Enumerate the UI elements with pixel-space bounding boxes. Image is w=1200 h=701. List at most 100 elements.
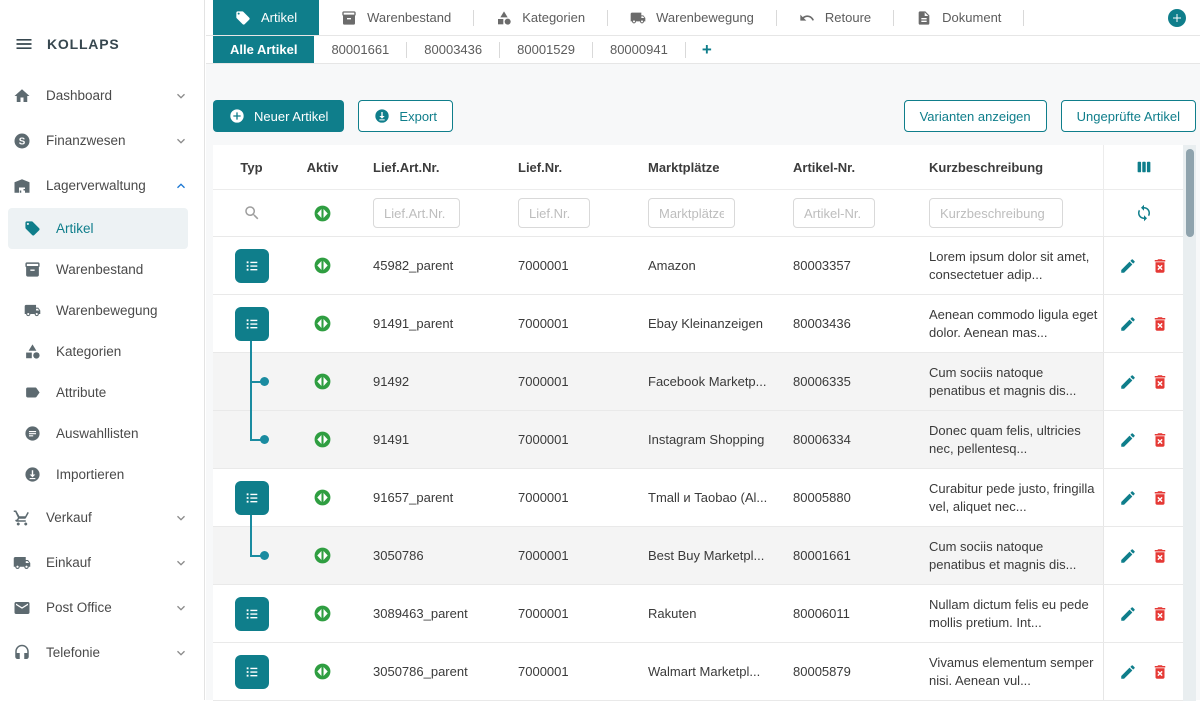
column-header-marktplaetze[interactable]: Marktplätze: [630, 145, 775, 189]
edit-icon[interactable]: [1119, 547, 1137, 565]
column-header-lief-art-nr[interactable]: Lief.Art.Nr.: [355, 145, 500, 189]
tab-dokument[interactable]: Dokument: [894, 0, 1023, 35]
sidebar-item-einkauf[interactable]: Einkauf: [0, 540, 204, 585]
sidebar-item-kategorien[interactable]: Kategorien: [8, 331, 188, 372]
edit-icon[interactable]: [1119, 605, 1137, 623]
shapes-icon: [24, 343, 41, 360]
tab-artikel[interactable]: Artikel: [213, 0, 319, 35]
tab-retoure[interactable]: Retoure: [777, 0, 893, 35]
table-row: 91491 7000001 Instagram Shopping 8000633…: [213, 411, 1183, 469]
chevron-down-icon: [174, 89, 188, 103]
toolbar: Neuer Artikel Export Varianten anzeigen …: [213, 100, 1196, 132]
scrollbar-thumb[interactable]: [1186, 149, 1194, 237]
filter-kurzbeschreibung-input[interactable]: [929, 198, 1063, 228]
type-cell: [213, 643, 290, 700]
delete-forever-icon[interactable]: [1151, 547, 1169, 565]
filter-artikel-nr-input[interactable]: [793, 198, 875, 228]
filter-lief-nr-input[interactable]: [518, 198, 590, 228]
sidebar-item-lagerverwaltung[interactable]: Lagerverwaltung: [0, 163, 204, 208]
active-cell: [290, 411, 355, 468]
delete-forever-icon[interactable]: [1151, 373, 1169, 391]
subtab-alle-artikel[interactable]: Alle Artikel: [213, 36, 314, 63]
new-article-button[interactable]: Neuer Artikel: [213, 100, 344, 132]
svg-text:S: S: [19, 136, 26, 147]
sidebar-item-verkauf[interactable]: Verkauf: [0, 495, 204, 540]
edit-icon[interactable]: [1119, 489, 1137, 507]
export-button[interactable]: Export: [358, 100, 453, 132]
tab-warenbewegung[interactable]: Warenbewegung: [608, 0, 776, 35]
column-header-kurzbeschreibung[interactable]: Kurzbeschreibung: [915, 145, 1103, 189]
table-row: 3050786_parent 7000001 Walmart Marketpl.…: [213, 643, 1183, 701]
article-list-icon[interactable]: [235, 597, 269, 631]
attribute-icon: [24, 384, 41, 401]
return-icon: [799, 10, 815, 26]
lief-nr-cell: 7000001: [500, 295, 630, 352]
active-status-icon: [313, 256, 332, 275]
truck-icon: [24, 302, 41, 319]
edit-icon[interactable]: [1119, 373, 1137, 391]
sidebar-item-finanzwesen[interactable]: S Finanzwesen: [0, 118, 204, 163]
column-header-artikel-nr[interactable]: Artikel-Nr.: [775, 145, 915, 189]
sidebar-item-attribute[interactable]: Attribute: [8, 372, 188, 413]
delete-forever-icon[interactable]: [1151, 605, 1169, 623]
edit-icon[interactable]: [1119, 257, 1137, 275]
edit-icon[interactable]: [1119, 431, 1137, 449]
delete-forever-icon[interactable]: [1151, 431, 1169, 449]
edit-icon[interactable]: [1119, 315, 1137, 333]
shapes-icon: [496, 10, 512, 26]
article-list-icon[interactable]: [235, 307, 269, 341]
search-icon[interactable]: [243, 204, 261, 222]
column-header-typ[interactable]: Typ: [213, 145, 290, 189]
home-icon: [13, 87, 31, 105]
delete-forever-icon[interactable]: [1151, 663, 1169, 681]
tab-warenbestand[interactable]: Warenbestand: [319, 0, 473, 35]
kurzbeschreibung-cell: Cum sociis natoque penatibus et magnis d…: [915, 527, 1103, 584]
sidebar-item-telefonie[interactable]: Telefonie: [0, 630, 204, 675]
subtab-80003436[interactable]: 80003436: [407, 36, 499, 63]
subtab-80001661[interactable]: 80001661: [314, 36, 406, 63]
tab-kategorien[interactable]: Kategorien: [474, 0, 607, 35]
kurzbeschreibung-cell: Nullam dictum felis eu pede mollis preti…: [915, 585, 1103, 642]
active-cell: [290, 643, 355, 700]
article-list-icon[interactable]: [235, 249, 269, 283]
subtab-80001529[interactable]: 80001529: [500, 36, 592, 63]
article-subtabbar: Alle Artikel 80001661 80003436 80001529 …: [206, 36, 1200, 64]
add-subtab-button[interactable]: +: [686, 36, 728, 63]
filter-marktplaetze-input[interactable]: [648, 198, 735, 228]
filter-lief-art-nr-input[interactable]: [373, 198, 460, 228]
warehouse-icon: [13, 177, 31, 195]
active-status-icon: [313, 662, 332, 681]
lief-art-nr-cell: 45982_parent: [355, 237, 500, 294]
sidebar-item-dashboard[interactable]: Dashboard: [0, 73, 204, 118]
sidebar-item-importieren[interactable]: Importieren: [8, 454, 188, 495]
table-header-row: Typ Aktiv Lief.Art.Nr. Lief.Nr. Marktplä…: [213, 145, 1183, 190]
table-row: 91491_parent 7000001 Ebay Kleinanzeigen …: [213, 295, 1183, 353]
unchecked-articles-button[interactable]: Ungeprüfte Artikel: [1061, 100, 1196, 132]
sidebar-item-artikel[interactable]: Artikel: [8, 208, 188, 249]
article-list-icon[interactable]: [235, 655, 269, 689]
refresh-icon[interactable]: [1135, 204, 1153, 222]
active-status-icon[interactable]: [313, 204, 332, 223]
column-header-lief-nr[interactable]: Lief.Nr.: [500, 145, 630, 189]
truck-icon: [13, 554, 31, 572]
delete-forever-icon[interactable]: [1151, 489, 1169, 507]
active-status-icon: [313, 604, 332, 623]
edit-icon[interactable]: [1119, 663, 1137, 681]
hamburger-icon[interactable]: [14, 34, 34, 54]
column-header-aktiv[interactable]: Aktiv: [290, 145, 355, 189]
sidebar-item-warenbestand[interactable]: Warenbestand: [8, 249, 188, 290]
tab-divider: [1023, 10, 1024, 26]
subtab-80000941[interactable]: 80000941: [593, 36, 685, 63]
delete-forever-icon[interactable]: [1151, 315, 1169, 333]
delete-forever-icon[interactable]: [1151, 257, 1169, 275]
marktplaetze-cell: Best Buy Marketpl...: [630, 527, 775, 584]
show-variants-button[interactable]: Varianten anzeigen: [904, 100, 1047, 132]
type-cell: [213, 295, 290, 352]
add-tab-button[interactable]: [1168, 9, 1186, 27]
article-list-icon[interactable]: [235, 481, 269, 515]
columns-icon[interactable]: [1135, 158, 1153, 176]
sidebar-item-auswahllisten[interactable]: Auswahllisten: [8, 413, 188, 454]
sidebar-item-warenbewegung[interactable]: Warenbewegung: [8, 290, 188, 331]
sidebar-item-post-office[interactable]: Post Office: [0, 585, 204, 630]
artikel-nr-cell: 80006011: [775, 585, 915, 642]
